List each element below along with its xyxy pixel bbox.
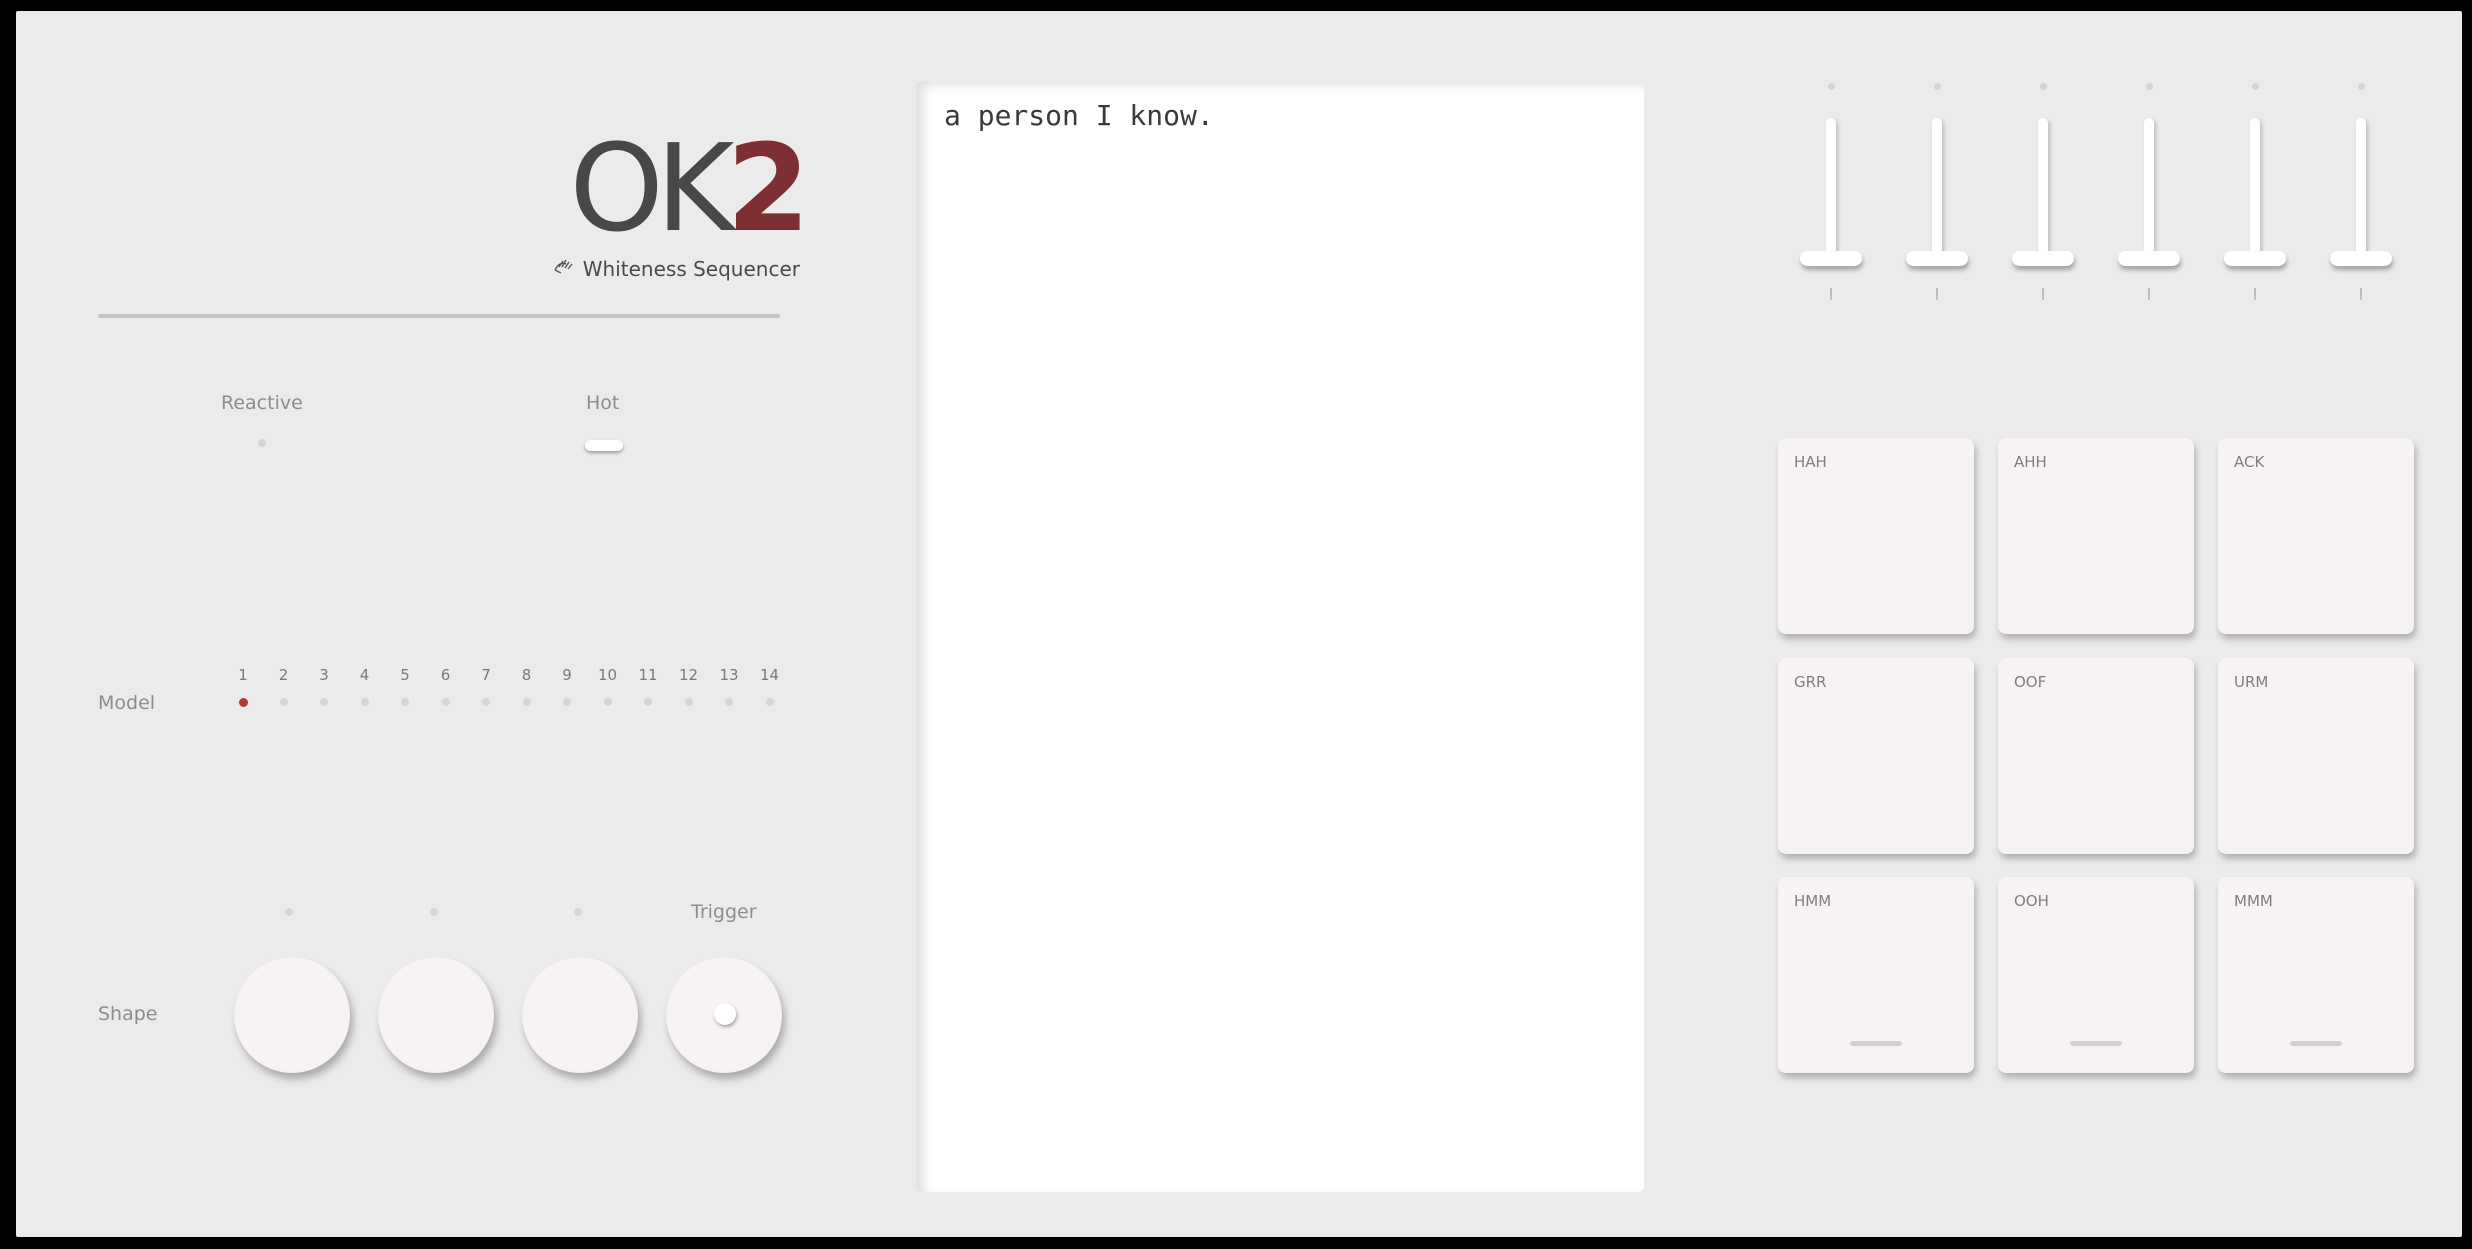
model-led[interactable] <box>603 698 612 706</box>
pad-indicator-bar <box>1850 1041 1902 1046</box>
slider-thumb[interactable] <box>1906 251 1968 266</box>
text-output-panel[interactable]: a person I know. <box>916 81 1644 1192</box>
model-label: Model <box>98 692 156 714</box>
slider-led <box>2251 83 2259 90</box>
model-led[interactable] <box>765 698 774 706</box>
app-subtitle: Whiteness Sequencer <box>536 257 800 281</box>
pad-label: HAH <box>1794 453 1827 471</box>
reactive-label: Reactive <box>221 392 303 414</box>
slider-track[interactable] <box>1932 118 1942 254</box>
shape-knob-3[interactable] <box>522 957 638 1073</box>
model-number: 9 <box>562 666 572 684</box>
trigger-knob[interactable] <box>666 957 782 1073</box>
pad-indicator-bar <box>2290 1041 2342 1046</box>
model-number: 12 <box>678 666 699 684</box>
model-led[interactable] <box>725 698 733 706</box>
pad-hah[interactable]: HAH <box>1778 438 1974 634</box>
model-number: 14 <box>759 666 780 684</box>
logo-two-text: 2 <box>726 120 811 259</box>
reactive-led[interactable] <box>258 439 266 447</box>
slider-tick <box>2042 288 2044 300</box>
slider-thumb[interactable] <box>2118 251 2180 266</box>
shape-led-1 <box>285 908 293 916</box>
subtitle-text: Whiteness Sequencer <box>582 257 800 281</box>
model-number: 11 <box>638 666 658 684</box>
pad-label: ACK <box>2234 453 2265 471</box>
model-number: 4 <box>359 666 370 684</box>
trigger-knob-indicator <box>714 1003 736 1025</box>
shape-led-2 <box>430 908 438 916</box>
pad-grr[interactable]: GRR <box>1778 658 1974 854</box>
pad-label: MMM <box>2234 892 2273 910</box>
pad-oof[interactable]: OOF <box>1998 658 2194 854</box>
model-number: 7 <box>481 666 491 684</box>
shape-knob-1[interactable] <box>234 957 350 1073</box>
model-number: 6 <box>440 666 451 684</box>
shape-led-3 <box>574 908 582 916</box>
app-logo: OK2 <box>550 125 810 255</box>
pad-indicator-bar <box>2070 1041 2122 1046</box>
slider-tick <box>1830 288 1832 300</box>
pad-urm[interactable]: URM <box>2218 658 2414 854</box>
model-led[interactable] <box>401 698 409 706</box>
model-led[interactable] <box>239 698 248 707</box>
slider-thumb[interactable] <box>2224 251 2286 266</box>
model-number: 5 <box>400 666 410 684</box>
pad-ack[interactable]: ACK <box>2218 438 2414 634</box>
pad-label: GRR <box>1794 673 1827 691</box>
pad-ahh[interactable]: AHH <box>1998 438 2194 634</box>
model-number: 3 <box>319 666 329 684</box>
model-number: 13 <box>719 666 739 684</box>
slider-led <box>2039 83 2047 90</box>
slider-led <box>1933 83 1941 90</box>
slider-tick <box>1936 288 1938 300</box>
pad-label: URM <box>2234 673 2269 691</box>
model-led[interactable] <box>644 698 652 706</box>
slider-tick <box>2254 288 2256 300</box>
hand-icon <box>553 257 575 281</box>
slider-thumb[interactable] <box>2012 251 2074 266</box>
slider-led <box>2357 83 2365 90</box>
slider-tick <box>2148 288 2150 300</box>
pad-hmm[interactable]: HMM <box>1778 877 1974 1073</box>
text-output: a person I know. <box>944 99 1214 132</box>
slider-track[interactable] <box>2250 118 2260 254</box>
model-number: 8 <box>521 666 532 684</box>
model-led[interactable] <box>320 698 328 706</box>
slider-track[interactable] <box>2038 118 2048 254</box>
model-led[interactable] <box>279 698 288 706</box>
hot-toggle[interactable] <box>585 440 623 451</box>
model-led[interactable] <box>522 698 531 706</box>
slider-thumb[interactable] <box>1800 251 1862 266</box>
slider-tick <box>2360 288 2362 300</box>
trigger-label: Trigger <box>691 901 757 923</box>
sequencer-device: OK2 Whiteness Sequencer Reactive Hot Mod… <box>16 11 2462 1237</box>
model-led[interactable] <box>684 698 693 706</box>
model-number: 1 <box>238 666 248 684</box>
slider-led <box>2145 83 2153 90</box>
model-led[interactable] <box>441 698 450 706</box>
pad-ooh[interactable]: OOH <box>1998 877 2194 1073</box>
model-number: 2 <box>278 666 289 684</box>
divider <box>98 314 780 318</box>
model-led[interactable] <box>482 698 490 706</box>
model-led[interactable] <box>563 698 571 706</box>
logo-ok-text: OK <box>569 120 734 259</box>
pad-label: OOF <box>2014 673 2047 691</box>
model-led[interactable] <box>360 698 369 706</box>
model-number: 10 <box>597 666 618 684</box>
shape-knob-2[interactable] <box>378 957 494 1073</box>
shape-label: Shape <box>98 1003 158 1025</box>
pad-mmm[interactable]: MMM <box>2218 877 2414 1073</box>
hot-label: Hot <box>586 392 620 414</box>
pad-label: HMM <box>1794 892 1832 910</box>
slider-led <box>1827 83 1835 90</box>
slider-track[interactable] <box>2356 118 2366 254</box>
slider-track[interactable] <box>2144 118 2154 254</box>
slider-track[interactable] <box>1826 118 1836 254</box>
slider-thumb[interactable] <box>2330 251 2392 266</box>
pad-label: AHH <box>2014 453 2047 471</box>
pad-label: OOH <box>2014 892 2049 910</box>
